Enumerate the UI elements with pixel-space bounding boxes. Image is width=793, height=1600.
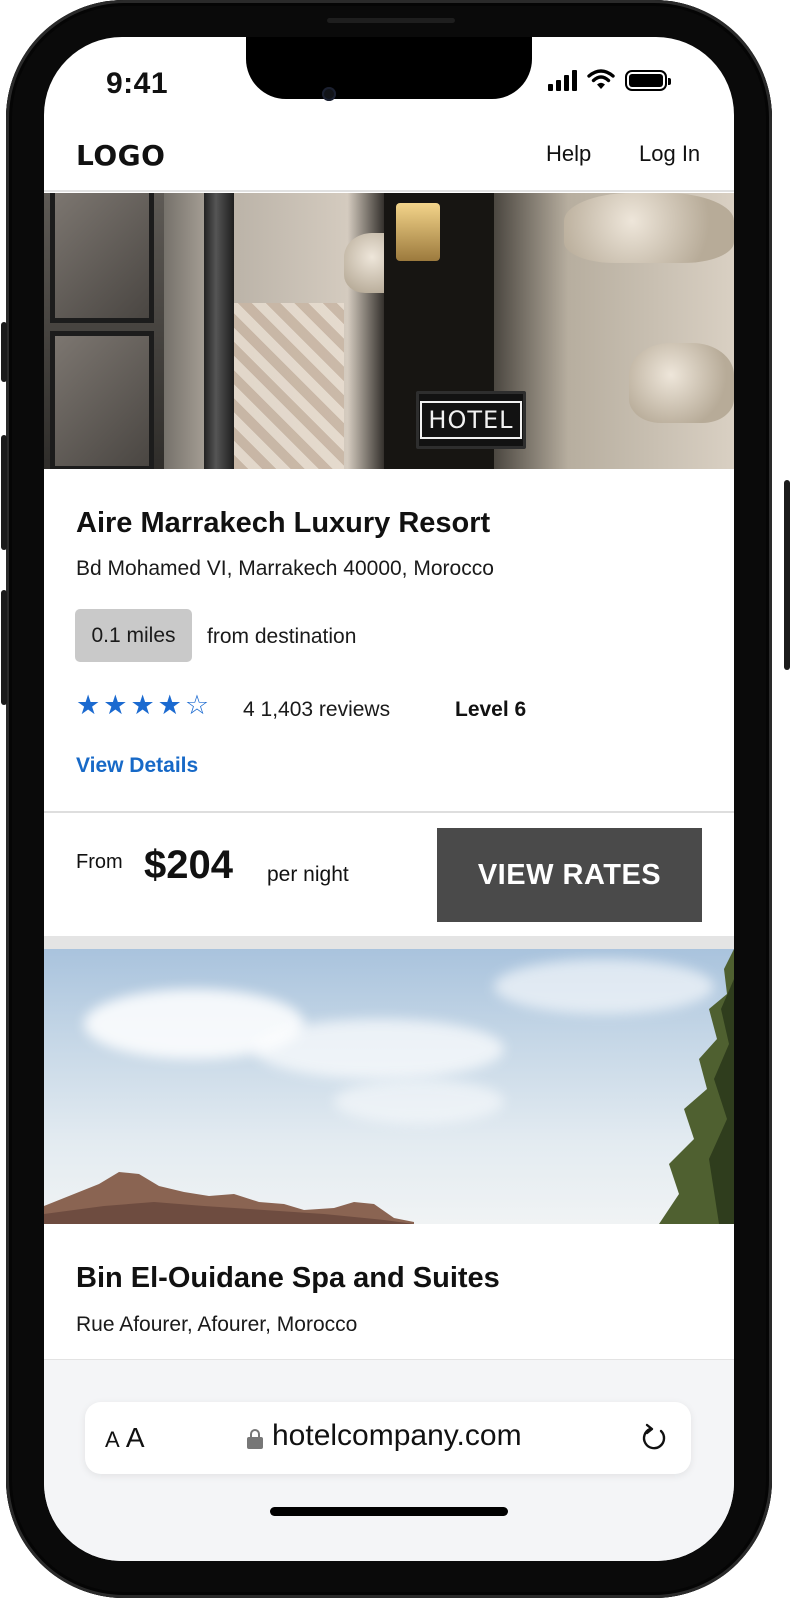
site-logo[interactable]: LOGO <box>76 139 165 172</box>
speaker-grille <box>327 18 455 23</box>
distance-label: from destination <box>207 625 357 648</box>
price-suffix: per night <box>267 863 349 886</box>
mute-switch <box>1 322 7 382</box>
lock-icon <box>247 1429 263 1449</box>
price-row: From $204 per night VIEW RATES <box>44 811 734 936</box>
hotel-name[interactable]: Aire Marrakech Luxury Resort <box>76 507 490 540</box>
status-time: 9:41 <box>106 67 169 100</box>
price-prefix: From <box>76 851 123 873</box>
card-divider <box>44 936 734 949</box>
star-rating: ★ ★ ★ ★ ☆ <box>76 691 209 719</box>
hotel-card: Bin El-Ouidane Spa and Suites Rue Afoure… <box>44 1224 734 1359</box>
hotel-card: Aire Marrakech Luxury Resort Bd Mohamed … <box>44 469 734 811</box>
wifi-icon <box>587 69 615 89</box>
hotel-address: Rue Afourer, Afourer, Morocco <box>76 1313 358 1336</box>
login-link[interactable]: Log In <box>639 141 700 167</box>
distance-badge: 0.1 miles <box>75 609 192 662</box>
hotel-sign-text: HOTEL <box>420 401 522 439</box>
help-link[interactable]: Help <box>546 141 591 167</box>
photo-capital <box>629 343 734 423</box>
hotel-address: Bd Mohamed VI, Marrakech 40000, Morocco <box>76 557 494 580</box>
browser-toolbar: A A hotelcompany.com <box>44 1359 734 1561</box>
volume-down-button <box>1 590 7 705</box>
star-filled-icon: ★ <box>157 690 182 720</box>
price-amount: $204 <box>144 843 233 887</box>
phone-screen: 9:41 LOGO Help Log In HOTEL Aire Marrake… <box>44 37 734 1561</box>
battery-icon <box>625 69 671 91</box>
address-bar[interactable]: A A hotelcompany.com <box>85 1402 691 1474</box>
star-empty-icon: ☆ <box>184 690 210 720</box>
reload-icon[interactable] <box>639 1423 669 1453</box>
text-size-button[interactable]: A A <box>105 1422 145 1454</box>
notch <box>246 37 532 99</box>
front-camera <box>322 87 336 101</box>
review-count: 4 1,403 reviews <box>243 698 391 721</box>
photo-window <box>44 193 164 469</box>
site-header: LOGO Help Log In <box>44 135 734 192</box>
url-text[interactable]: hotelcompany.com <box>272 1419 522 1453</box>
view-rates-button[interactable]: VIEW RATES <box>437 828 702 922</box>
photo-mountains <box>44 1172 414 1224</box>
hotel-sign: HOTEL <box>416 391 526 449</box>
hotel-photo[interactable]: HOTEL <box>44 193 734 469</box>
photo-cloud <box>334 1079 504 1124</box>
loyalty-level: Level 6 <box>455 698 527 721</box>
cellular-signal-icon <box>548 69 577 91</box>
star-filled-icon: ★ <box>76 690 101 720</box>
text-size-label-large: A <box>125 1422 145 1453</box>
power-button <box>784 480 790 670</box>
photo-lattice <box>234 303 344 469</box>
hotel-photo[interactable] <box>44 949 734 1224</box>
photo-cloud <box>254 1019 504 1079</box>
status-icons <box>548 69 671 91</box>
photo-tree <box>659 949 734 1224</box>
photo-lamp <box>396 203 440 261</box>
star-filled-icon: ★ <box>103 690 128 720</box>
volume-up-button <box>1 435 7 550</box>
view-details-link[interactable]: View Details <box>76 754 198 778</box>
hotel-name[interactable]: Bin El-Ouidane Spa and Suites <box>76 1262 500 1295</box>
star-filled-icon: ★ <box>130 690 155 720</box>
home-indicator[interactable] <box>270 1507 508 1516</box>
photo-drainpipe <box>204 193 234 469</box>
photo-arch <box>564 193 734 263</box>
text-size-label: A <box>105 1427 120 1452</box>
